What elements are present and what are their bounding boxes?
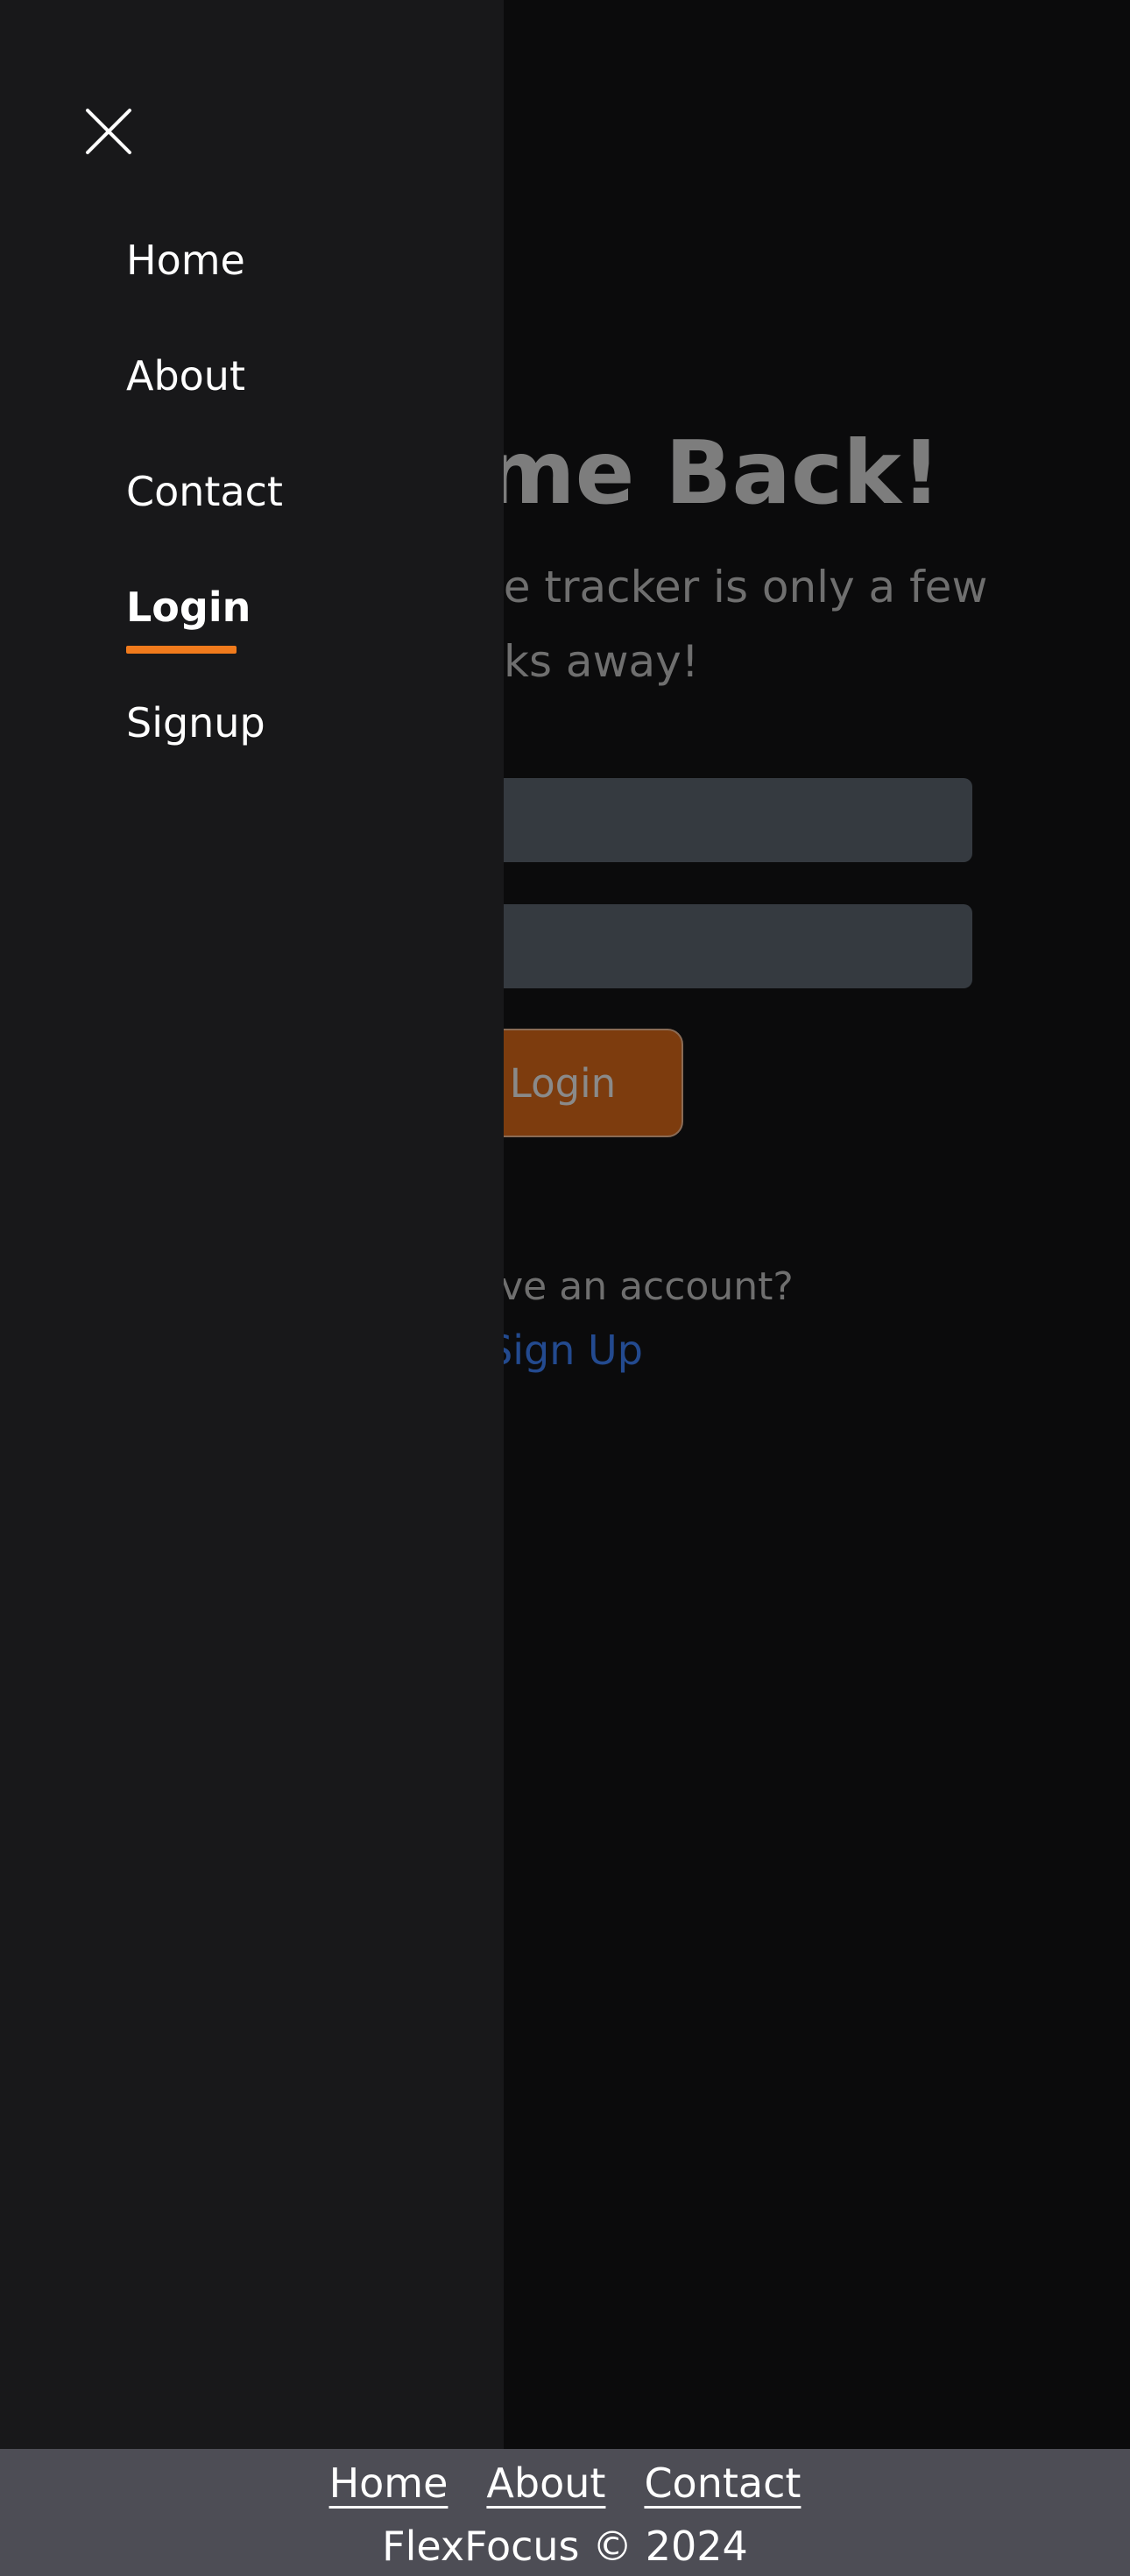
drawer-item-about[interactable]: About xyxy=(126,352,245,400)
close-icon-glyph xyxy=(86,109,131,154)
drawer-item-home[interactable]: Home xyxy=(126,237,245,285)
footer: Home About Contact FlexFocus © 2024 xyxy=(0,2449,1130,2576)
side-drawer: Home About Contact Login Signup xyxy=(0,0,504,2449)
close-icon[interactable] xyxy=(84,107,133,156)
copyright: FlexFocus © 2024 xyxy=(382,2523,748,2570)
footer-link-home[interactable]: Home xyxy=(329,2459,448,2507)
footer-links: Home About Contact xyxy=(0,2459,1130,2507)
active-indicator xyxy=(126,646,237,654)
page: Welcome Back! Your performance tracker i… xyxy=(0,0,1130,2576)
footer-link-about[interactable]: About xyxy=(486,2459,605,2507)
footer-link-contact[interactable]: Contact xyxy=(644,2459,801,2507)
drawer-item-login[interactable]: Login xyxy=(126,584,251,632)
drawer-item-signup[interactable]: Signup xyxy=(126,699,265,747)
drawer-item-contact[interactable]: Contact xyxy=(126,468,283,516)
